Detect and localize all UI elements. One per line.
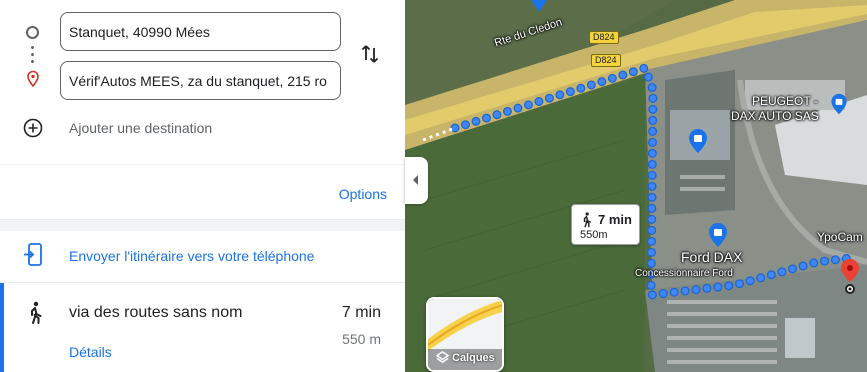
divider (0, 164, 405, 165)
layers-icon (436, 351, 449, 363)
route-duration-callout[interactable]: 7 min 550m (571, 204, 640, 245)
poi-sublabel-ford: Concessionnaire Ford (635, 268, 733, 279)
send-to-phone-label[interactable]: Envoyer l'itinéraire vers votre téléphon… (69, 248, 314, 264)
callout-duration: 7 min (598, 212, 632, 227)
poi-label-dax-auto[interactable]: DAX AUTO SAS (731, 109, 819, 123)
layers-button[interactable]: Calques (426, 297, 504, 372)
section-divider (0, 219, 405, 231)
shopping-pin-icon[interactable] (688, 128, 708, 154)
send-to-phone-row[interactable]: Envoyer l'itinéraire vers votre téléphon… (0, 232, 405, 282)
road-shield: D824 (589, 31, 619, 44)
origin-circle-icon (26, 26, 39, 39)
callout-distance: 550m (580, 229, 608, 241)
route-form: Ajouter une destination (0, 0, 405, 165)
satellite-map[interactable]: Rte du Cledon D824 D824 PEUGEOT - DAX AU… (405, 0, 867, 372)
route-option-card[interactable]: via des routes sans nom 7 min 550 m Déta… (0, 283, 405, 372)
chevron-left-icon (413, 175, 418, 185)
destination-field[interactable] (60, 61, 341, 100)
layers-text: Calques (452, 351, 495, 364)
walking-icon (583, 212, 591, 228)
poi-label-peugeot[interactable]: PEUGEOT - (752, 94, 818, 108)
route-details-link[interactable]: Détails (69, 344, 112, 360)
poi-pin-icon[interactable] (529, 0, 549, 14)
walking-icon (31, 301, 42, 324)
route-distance: 550 m (342, 331, 381, 347)
route-via-label: via des routes sans nom (69, 304, 243, 321)
shopping-pin-icon[interactable] (708, 222, 728, 248)
swap-directions-icon[interactable] (358, 42, 382, 66)
options-button[interactable]: Options (339, 186, 387, 202)
destination-marker-icon[interactable] (839, 258, 861, 294)
layers-label: Calques (436, 351, 495, 364)
collapse-panel-button[interactable] (405, 157, 428, 204)
destination-pin-icon (27, 70, 39, 88)
route-duration: 7 min (341, 304, 381, 321)
directions-panel: Ajouter une destination Options Envoyer … (0, 0, 405, 372)
poi-label-ford[interactable]: Ford DAX (681, 249, 742, 265)
poi-label-ypocam[interactable]: YpoCam (817, 230, 863, 244)
add-destination-link[interactable]: Ajouter une destination (69, 120, 212, 136)
road-shield: D824 (591, 54, 621, 67)
shopping-pin-icon[interactable] (830, 93, 848, 115)
origin-field[interactable] (60, 12, 341, 51)
add-destination-icon[interactable] (23, 118, 43, 138)
send-to-phone-icon (24, 243, 42, 266)
waypoint-dots (31, 44, 34, 66)
